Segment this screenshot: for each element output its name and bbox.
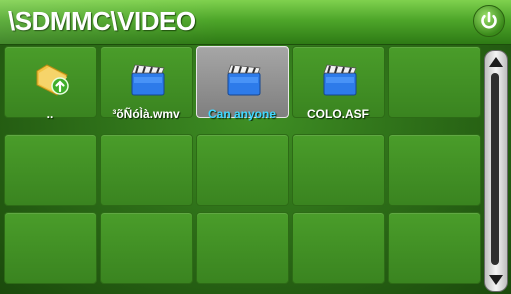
empty-tile (292, 134, 385, 206)
vertical-scrollbar[interactable] (484, 50, 508, 292)
empty-tile (4, 134, 97, 206)
power-icon (481, 11, 497, 29)
clapperboard-icon (323, 64, 357, 96)
empty-tile (196, 134, 289, 206)
folder-up-icon (36, 64, 69, 96)
empty-tile (100, 212, 193, 284)
title-bar: \SDMMC\VIDEO (0, 0, 511, 45)
empty-tile (388, 134, 481, 206)
path-title: \SDMMC\VIDEO (8, 6, 196, 36)
power-button[interactable] (473, 5, 505, 37)
file-browser-window: \SDMMC\VIDEO .. ³õÑóÌà.wmv Can anyone CO… (0, 0, 511, 294)
file-label: ³õÑóÌà.wmv (112, 107, 180, 121)
clapperboard-icon (227, 64, 261, 96)
empty-tile (100, 134, 193, 206)
scroll-down-icon[interactable] (489, 275, 503, 285)
file-grid: .. ³õÑóÌà.wmv Can anyone COLO.ASF (4, 46, 484, 290)
empty-tile (388, 46, 481, 118)
file-label-selected: Can anyone (207, 107, 276, 121)
empty-tile (292, 212, 385, 284)
scroll-track[interactable] (491, 73, 499, 265)
clapperboard-icon (131, 64, 165, 96)
empty-tile (4, 212, 97, 284)
scroll-up-icon[interactable] (489, 57, 503, 67)
file-label: .. (46, 107, 54, 121)
empty-tile (196, 212, 289, 284)
empty-tile (388, 212, 481, 284)
file-label: COLO.ASF (307, 107, 369, 121)
